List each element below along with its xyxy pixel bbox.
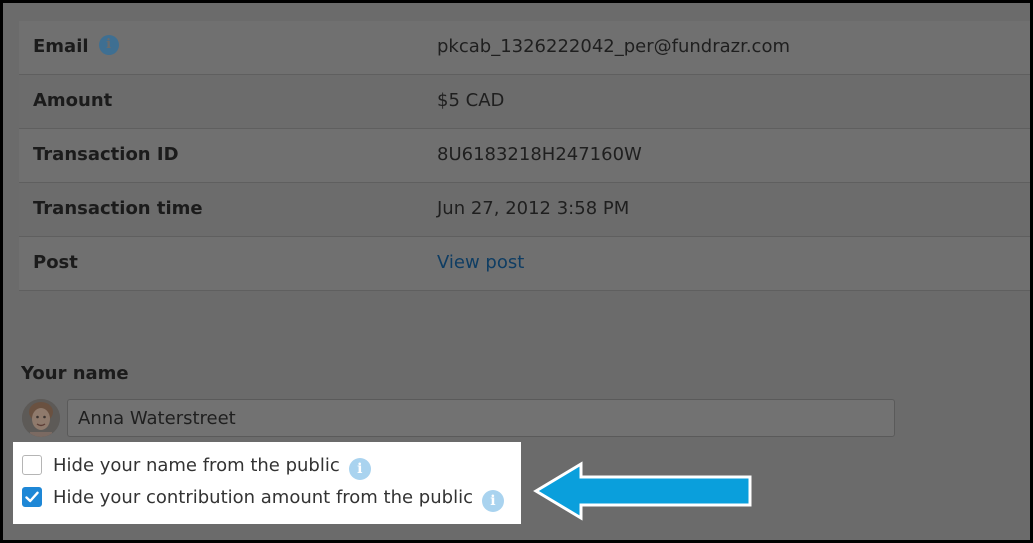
hide-amount-checkbox[interactable]: [22, 487, 42, 507]
detail-label: Amount: [33, 90, 113, 111]
detail-row-transaction-time: Transaction time Jun 27, 2012 3:58 PM: [19, 183, 1030, 237]
view-post-link[interactable]: View post: [437, 252, 524, 273]
detail-value: pkcab_1326222042_per@fundrazr.com: [437, 36, 790, 57]
info-icon[interactable]: i: [348, 458, 371, 480]
hide-name-label: Hide your name from the public: [53, 454, 340, 476]
hide-amount-label: Hide your contribution amount from the p…: [53, 486, 473, 508]
detail-label: Post: [33, 252, 78, 273]
detail-row-email: Email i pkcab_1326222042_per@fundrazr.com: [19, 21, 1030, 75]
arrow-left-icon: [533, 461, 752, 521]
user-avatar: [22, 399, 60, 437]
info-icon[interactable]: i: [481, 490, 504, 512]
detail-label: Transaction time: [33, 198, 203, 219]
privacy-options-panel: Hide your name from the public i Hide yo…: [13, 442, 521, 524]
hide-amount-option[interactable]: Hide your contribution amount from the p…: [22, 484, 504, 512]
detail-row-post: Post View post: [19, 237, 1030, 291]
screenshot-frame: Email i pkcab_1326222042_per@fundrazr.com…: [0, 0, 1033, 543]
detail-row-transaction-id: Transaction ID 8U6183218H247160W: [19, 129, 1030, 183]
detail-label: Transaction ID: [33, 144, 179, 165]
your-name-input[interactable]: [67, 399, 895, 437]
detail-label: Email i: [33, 35, 119, 57]
hide-name-checkbox[interactable]: [22, 455, 42, 475]
detail-row-amount: Amount $5 CAD: [19, 75, 1030, 129]
detail-value: 8U6183218H247160W: [437, 144, 642, 165]
checkmark-icon: [25, 491, 39, 503]
your-name-label: Your name: [21, 363, 129, 384]
hide-name-option[interactable]: Hide your name from the public i: [22, 452, 371, 480]
transaction-details-table: Email i pkcab_1326222042_per@fundrazr.com…: [19, 21, 1030, 291]
detail-value: Jun 27, 2012 3:58 PM: [437, 198, 630, 219]
detail-value: $5 CAD: [437, 90, 505, 111]
info-icon[interactable]: i: [98, 35, 119, 55]
